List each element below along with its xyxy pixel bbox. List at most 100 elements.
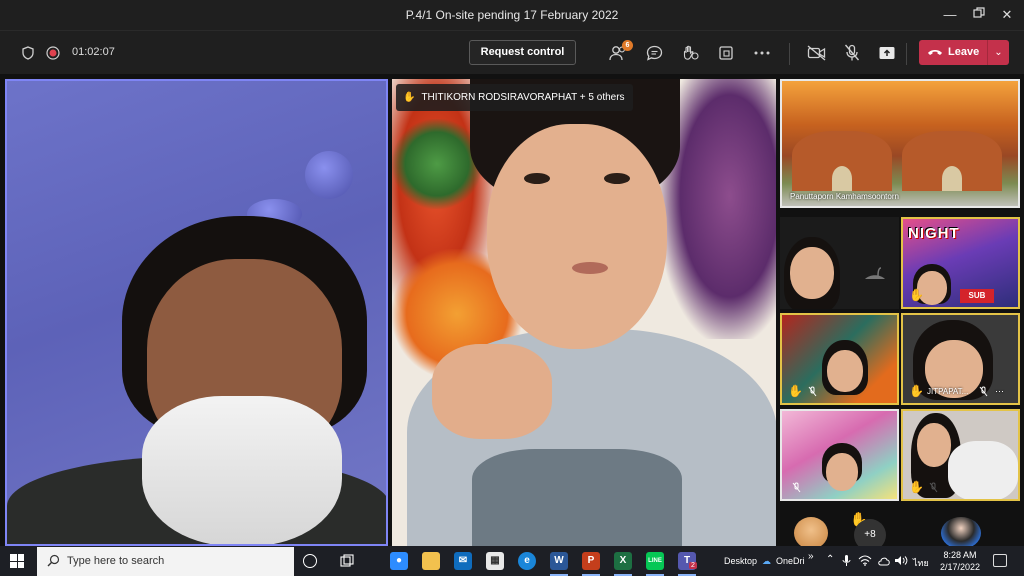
line-icon[interactable]: LINE (646, 552, 664, 570)
teams-meeting-window: P.4/1 On-site pending 17 February 2022 —… (0, 0, 1024, 576)
swan-figure (865, 267, 885, 279)
person-face (827, 350, 863, 392)
video-tile-teacher[interactable] (5, 79, 388, 546)
microphone-tray-icon[interactable] (842, 554, 851, 567)
camera-off-icon[interactable] (806, 42, 828, 64)
search-icon (47, 554, 60, 567)
windows-start-icon[interactable] (10, 554, 24, 568)
mic-off-icon (792, 482, 801, 493)
shirt-print (472, 449, 682, 546)
video-stage: ✋ THITIKORN RODSIRAVORAPHAT + 5 others P… (0, 74, 1024, 551)
video-tile-student-game[interactable]: NIGHT SUB ✋ (901, 217, 1020, 309)
record-icon (42, 42, 64, 64)
face-mask (142, 396, 342, 544)
close-button[interactable]: ✕ (997, 5, 1017, 25)
arch-opening (942, 166, 962, 191)
raised-hand-icon: ✋ (909, 480, 924, 494)
teams-badge: 2 (689, 562, 697, 569)
video-tile-student-window[interactable]: ✋ (901, 409, 1020, 501)
mic-off-icon (979, 386, 988, 397)
meeting-toolbar: 01:02:07 Request control 6 Leave ⌄ (0, 30, 1024, 74)
word-icon[interactable]: W (550, 552, 568, 570)
participant-name-label: JITPAPAT... (927, 387, 969, 396)
participant-name-label: Panuttaporn Kamhamsoontorn (790, 192, 899, 201)
excel-icon[interactable]: X (614, 552, 632, 570)
arch-opening (832, 166, 852, 191)
participant-name-label: THITIKORN RODSIRAVORAPHAT + 5 others (421, 92, 625, 103)
person-face (917, 423, 951, 467)
mic-off-icon (808, 386, 817, 397)
person-eye (604, 173, 630, 184)
raised-hand-icon: ✋ (909, 384, 924, 398)
person-eye (524, 173, 550, 184)
onedrive-label[interactable]: OneDri (776, 556, 805, 566)
clock-time: 8:28 AM (943, 550, 977, 560)
reactions-icon[interactable] (679, 42, 701, 64)
more-icon[interactable] (751, 42, 773, 64)
video-tile-student-main[interactable]: ✋ THITIKORN RODSIRAVORAPHAT + 5 others (392, 79, 776, 546)
volume-icon[interactable] (894, 555, 908, 566)
raised-hand-icon: ✋ (909, 288, 924, 302)
leave-button[interactable]: Leave ⌄ (919, 40, 1009, 65)
desktop-toolbar-label[interactable]: Desktop (724, 556, 757, 566)
background-orb (305, 151, 353, 199)
wifi-icon[interactable] (858, 555, 872, 566)
request-control-button[interactable]: Request control (469, 40, 576, 65)
wall-art (392, 119, 482, 209)
notification-center-icon[interactable] (993, 554, 1007, 567)
video-tile-student-painting[interactable]: ✋ (780, 313, 899, 405)
mail-icon[interactable]: ✉ (454, 552, 472, 570)
leave-label: Leave (948, 46, 980, 58)
show-hidden-icons-icon[interactable]: ⌃ (826, 554, 834, 565)
title-bar: P.4/1 On-site pending 17 February 2022 —… (0, 0, 1024, 30)
shield-icon[interactable] (17, 42, 39, 64)
share-tray-icon[interactable] (715, 42, 737, 64)
toolbar-divider-2 (906, 43, 907, 65)
participants-badge: 6 (622, 40, 633, 51)
person-face (790, 247, 834, 299)
restore-icon (973, 7, 985, 18)
phone-icon (928, 50, 942, 55)
mic-off-icon[interactable] (841, 42, 863, 64)
raised-hand-icon: ✋ (788, 384, 803, 398)
store-icon[interactable]: ▦ (486, 552, 504, 570)
taskbar-clock[interactable]: 8:28 AM 2/17/2022 (940, 549, 980, 573)
zoom-icon[interactable]: ● (390, 552, 408, 570)
input-language-indicator[interactable]: ไทย (913, 556, 929, 570)
chat-icon[interactable] (643, 42, 665, 64)
person-face (826, 453, 858, 491)
edge-icon[interactable]: e (518, 552, 536, 570)
self-video-preview[interactable] (941, 517, 981, 549)
raised-hand-icon: ✋ (403, 92, 416, 103)
restore-button[interactable] (969, 5, 989, 25)
clock-date: 2/17/2022 (940, 562, 981, 572)
onedrive-icon[interactable]: ☁ (762, 556, 771, 567)
taskbar-search-box[interactable]: Type here to search (37, 547, 294, 576)
video-tile-landscape[interactable]: Panuttaporn Kamhamsoontorn (780, 79, 1020, 208)
window-title: P.4/1 On-site pending 17 February 2022 (405, 8, 619, 22)
sub-badge: SUB (960, 289, 994, 303)
share-icon[interactable] (876, 42, 898, 64)
video-tile-student-jitpapat[interactable]: ✋ JITPAPAT... ⋯ (901, 313, 1020, 405)
person-hand (432, 344, 552, 439)
windows-taskbar: Type here to search ● ✉ ▦ e W P X LINE T… (0, 546, 1024, 576)
powerpoint-icon[interactable]: P (582, 552, 600, 570)
cloud-icon[interactable] (877, 555, 891, 566)
minimize-button[interactable]: — (940, 5, 960, 25)
person-shirt (948, 441, 1018, 499)
meeting-timer: 01:02:07 (72, 46, 115, 58)
search-placeholder: Type here to search (67, 555, 165, 567)
person-mouth (572, 262, 608, 274)
tile-more-icon[interactable]: ⋯ (995, 386, 1004, 397)
file-explorer-icon[interactable] (422, 552, 440, 570)
participant-name-chip[interactable]: ✋ THITIKORN RODSIRAVORAPHAT + 5 others (396, 84, 633, 111)
video-tile-student-balloons[interactable] (780, 409, 899, 501)
leave-dropdown-chevron-icon[interactable]: ⌄ (987, 40, 1009, 65)
chevron-right-icon[interactable]: » (808, 551, 814, 562)
task-view-icon[interactable] (340, 554, 355, 568)
video-tile-student-girl[interactable] (780, 217, 899, 309)
toolbar-divider (789, 43, 790, 65)
participant-avatar[interactable] (794, 517, 828, 549)
cortana-icon[interactable] (303, 554, 317, 568)
person-face (487, 124, 667, 349)
